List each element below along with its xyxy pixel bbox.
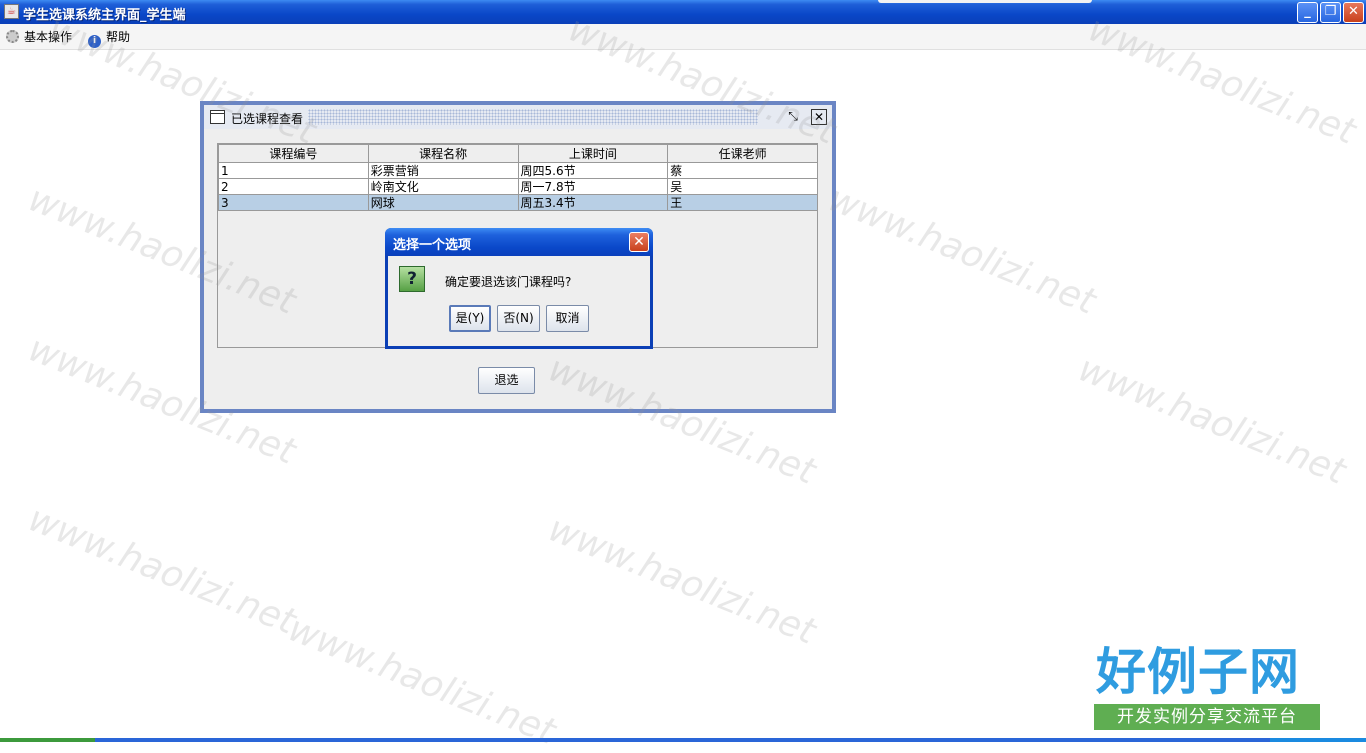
confirm-dialog[interactable]: 选择一个选项 ✕ ? 确定要退选该门课程吗? 是(Y) 否(N) 取消	[385, 228, 653, 349]
taskbar-search-strip	[878, 0, 1092, 3]
info-icon: i	[88, 35, 101, 48]
gear-icon	[6, 30, 19, 43]
watermark: www.haolizi.net	[22, 498, 302, 643]
cell-teacher: 吴	[667, 178, 818, 195]
menu-basic-operations[interactable]: 基本操作	[6, 29, 72, 45]
frame-title: 已选课程查看	[231, 112, 304, 126]
frame-titlebar[interactable]: 已选课程查看 ⤡ ✕	[204, 105, 832, 129]
menu-basic-operations-label: 基本操作	[24, 30, 73, 44]
dialog-title: 选择一个选项	[393, 238, 472, 253]
java-app-icon: ☕	[4, 4, 19, 19]
cell-course-name: 彩票营销	[367, 162, 519, 179]
site-logo: 好例子网	[1096, 643, 1300, 701]
cell-course-name: 网球	[367, 194, 519, 211]
window-titlebar[interactable]: ☕ 学生选课系统主界面_学生端 _ ❐ ✕	[0, 0, 1366, 24]
courses-table: 课程编号 课程名称 上课时间 任课老师 1 彩票营销 周四5.6节 蔡 2 岭南…	[218, 144, 818, 211]
cell-course-id: 3	[218, 194, 369, 211]
col-course-name[interactable]: 课程名称	[367, 144, 519, 163]
cell-teacher: 蔡	[667, 162, 818, 179]
watermark: www.haolizi.net	[1072, 348, 1352, 493]
dialog-message: 确定要退选该门课程吗?	[445, 275, 572, 289]
titlebar-grip-pattern	[308, 109, 758, 125]
frame-window-icon	[210, 110, 225, 124]
taskbar-strip	[0, 738, 1366, 742]
site-logo-subtitle: 开发实例分享交流平台	[1094, 704, 1320, 730]
table-header-row: 课程编号 课程名称 上课时间 任课老师	[218, 144, 818, 163]
cell-class-time: 周一7.8节	[517, 178, 669, 195]
restore-button[interactable]: ❐	[1320, 2, 1341, 23]
watermark: www.haolizi.net	[822, 178, 1102, 323]
drop-course-button[interactable]: 退选	[478, 367, 535, 394]
cell-class-time: 周五3.4节	[517, 194, 669, 211]
cell-course-name: 岭南文化	[367, 178, 519, 195]
watermark: www.haolizi.net	[542, 508, 822, 653]
frame-close-icon[interactable]: ✕	[811, 109, 827, 125]
col-teacher[interactable]: 任课老师	[667, 144, 818, 163]
window-title: 学生选课系统主界面_学生端	[23, 8, 186, 23]
dialog-titlebar[interactable]: 选择一个选项 ✕	[385, 228, 653, 256]
cancel-button[interactable]: 取消	[546, 305, 589, 332]
table-row[interactable]: 2 岭南文化 周一7.8节 吴	[218, 178, 818, 195]
question-icon: ?	[399, 266, 425, 292]
close-button[interactable]: ✕	[1343, 2, 1364, 23]
watermark: www.haolizi.net	[282, 608, 562, 753]
yes-button[interactable]: 是(Y)	[449, 305, 491, 332]
dialog-close-icon[interactable]: ✕	[629, 232, 649, 252]
menu-help-label: 帮助	[106, 30, 131, 44]
table-row[interactable]: 1 彩票营销 周四5.6节 蔡	[218, 162, 818, 179]
col-class-time[interactable]: 上课时间	[517, 144, 669, 163]
frame-restore-icon[interactable]: ⤡	[785, 109, 801, 125]
dialog-body: ? 确定要退选该门课程吗? 是(Y) 否(N) 取消	[388, 256, 650, 346]
col-course-id[interactable]: 课程编号	[218, 144, 369, 163]
no-button[interactable]: 否(N)	[497, 305, 540, 332]
cell-teacher: 王	[667, 194, 818, 211]
cell-class-time: 周四5.6节	[517, 162, 669, 179]
cell-course-id: 1	[218, 162, 369, 179]
menu-help[interactable]: i 帮助	[88, 29, 131, 48]
table-row-selected[interactable]: 3 网球 周五3.4节 王	[218, 194, 818, 211]
menubar: 基本操作 i 帮助	[0, 24, 1366, 50]
cell-course-id: 2	[218, 178, 369, 195]
minimize-button[interactable]: _	[1297, 2, 1318, 23]
